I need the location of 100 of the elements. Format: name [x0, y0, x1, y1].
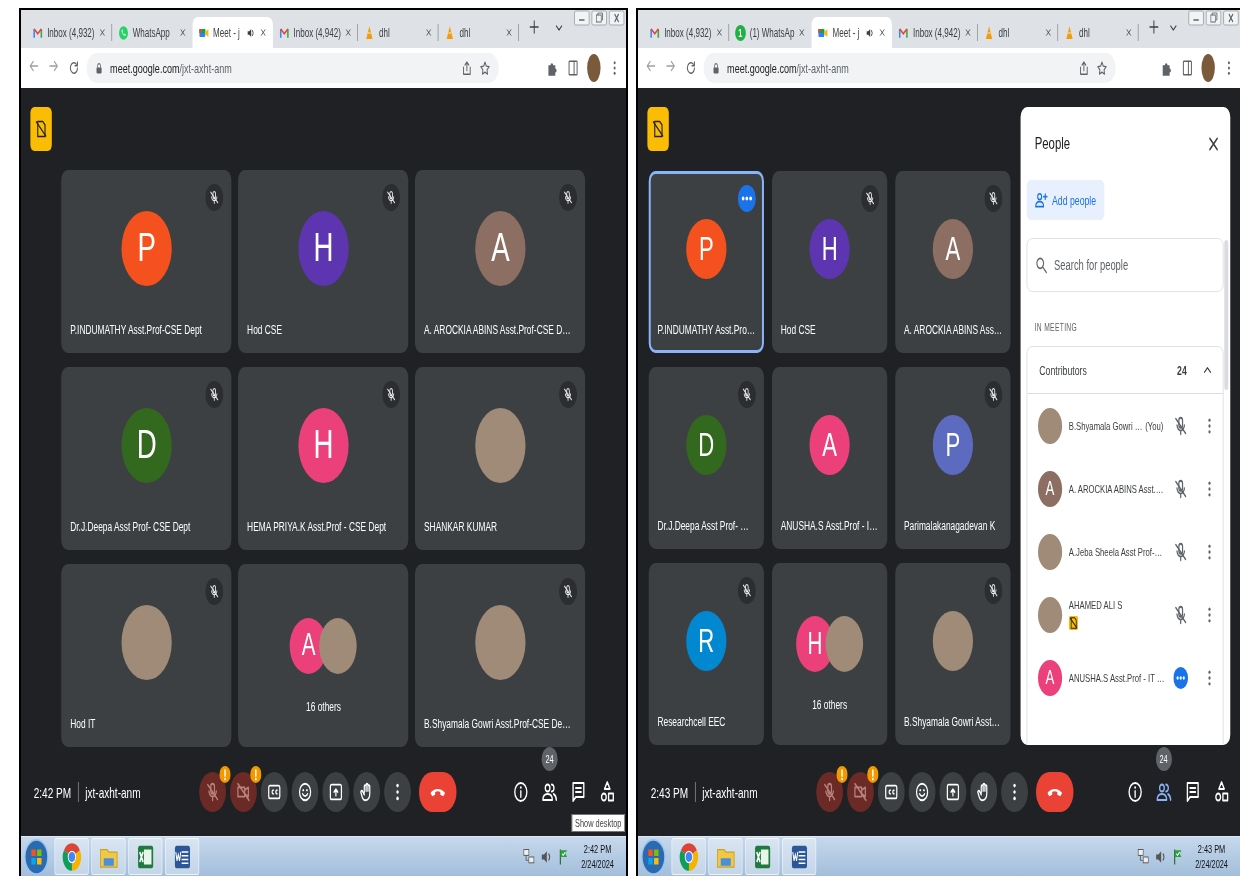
minimize-icon[interactable] [573, 10, 590, 26]
participant-name: Researchcell EEC [656, 715, 727, 731]
participant-name: A. AROCKIA ABINS Asst.… [1068, 482, 1164, 495]
avatar: A [809, 414, 850, 475]
participant-name: P.INDUMATHY Asst.Pro… [656, 323, 757, 339]
browser-tab[interactable]: Meet - j [192, 17, 273, 48]
profile-avatar[interactable] [587, 54, 601, 82]
browser-tab[interactable]: Meet - j [811, 17, 893, 48]
taskbar-button[interactable] [782, 838, 817, 875]
emoji-icon [297, 781, 313, 803]
section-heading: IN MEETING [1034, 322, 1079, 333]
browser-tab[interactable]: Inbox (4,932) [26, 17, 112, 48]
clock-time: 2:42 PM [33, 783, 72, 801]
participant-name: AHAMED ALI S [1068, 598, 1123, 611]
camera-off-icon [853, 781, 868, 803]
avatar: A [1038, 470, 1063, 507]
reactions-button[interactable] [908, 772, 936, 812]
participant-name: A. AROCKIA ABINS Ass… [903, 323, 1004, 339]
participant-name: Dr.J.Deepa Asst Prof- CSE Dept [69, 520, 192, 536]
participant-name: Dr.J.Deepa Asst Prof- … [656, 519, 750, 535]
restore-icon[interactable] [591, 10, 608, 26]
browser-tab[interactable]: dhl [977, 17, 1059, 48]
present-button[interactable] [939, 772, 967, 812]
avatar: P [686, 218, 727, 279]
participant-name: ANUSHA.S Asst.Prof - I… [779, 519, 879, 535]
participant-name: ANUSHA.S Asst.Prof - IT … [1068, 671, 1165, 684]
close-icon[interactable] [608, 10, 625, 26]
crossed-document-icon [651, 119, 665, 139]
meeting-code: jxt-axht-anm [702, 783, 758, 801]
participant-name: P.INDUMATHY Asst.Prof-CSE Dept [69, 323, 203, 339]
side-panel-icon[interactable] [1181, 59, 1194, 77]
cone-icon [1064, 24, 1075, 41]
avatar: P [932, 414, 973, 475]
browser-tab[interactable]: dhl [358, 17, 439, 48]
url-text: meet.google.com/jxt-axht-anm [110, 60, 233, 76]
microphone-button[interactable] [199, 772, 226, 812]
notice-button[interactable] [30, 107, 52, 151]
microphone-button[interactable] [816, 772, 843, 812]
taskbar-button[interactable] [54, 838, 89, 875]
group-label[interactable]: Contributors [1039, 362, 1087, 378]
browser-tab[interactable]: dhl [1058, 17, 1139, 48]
present-button[interactable] [322, 772, 350, 812]
participant-name: Parimalakanagadevan K [903, 519, 997, 535]
chat-icon [570, 780, 587, 804]
browser-icon [678, 841, 699, 872]
search-field[interactable]: Search for people [1026, 238, 1224, 292]
browser-tab[interactable]: Inbox (4,932) [643, 17, 729, 48]
more-options-button[interactable] [1001, 772, 1028, 812]
participant-name: Hod IT [69, 717, 97, 733]
browser-tab[interactable]: WhatsApp [111, 17, 193, 48]
participant-name: HEMA PRIYA.K Asst.Prof - CSE Dept [246, 520, 388, 536]
avatar-placeholder [319, 617, 357, 674]
taskbar-button[interactable] [128, 838, 163, 875]
meeting-code: jxt-axht-anm [85, 783, 141, 801]
side-panel-icon[interactable] [567, 59, 580, 77]
taskbar-button[interactable] [708, 838, 743, 875]
leave-call-button[interactable] [1036, 772, 1074, 812]
raise-hand-button[interactable] [353, 772, 381, 812]
raise-hand-button[interactable] [970, 772, 998, 812]
address-bar[interactable]: meet.google.com/jxt-axht-anm [703, 53, 1116, 83]
participant-name: Hod CSE [779, 323, 817, 339]
restore-icon[interactable] [1205, 10, 1222, 26]
reactions-button[interactable] [291, 772, 319, 812]
participant-name: SHANKAR KUMAR [423, 520, 499, 536]
avatar-placeholder [1038, 596, 1063, 633]
participant-name: A.Jeba Sheela Asst Prof-… [1068, 545, 1163, 558]
scrollbar-thumb[interactable] [1224, 240, 1229, 390]
taskbar-button[interactable] [745, 838, 780, 875]
chat-icon [1184, 780, 1201, 804]
camera-button[interactable] [230, 772, 257, 812]
taskbar-button[interactable] [165, 838, 200, 875]
clock-date: 2/24/2024 [581, 856, 614, 872]
clock-time: 2:43 PM [1197, 841, 1226, 857]
clock-date: 2/24/2024 [1195, 856, 1228, 872]
browser-tab[interactable]: 1 (1) WhatsAp [728, 17, 812, 48]
participant-count-badge: 24 [541, 747, 558, 771]
others-count: 16 others [306, 699, 341, 714]
present-screen-icon [328, 781, 344, 803]
address-bar[interactable]: meet.google.com/jxt-axht-anm [86, 53, 499, 83]
browser-tab[interactable]: dhl [438, 17, 520, 48]
browser-tab[interactable]: Inbox (4,942) [272, 17, 359, 48]
camera-off-icon [236, 781, 251, 803]
camera-button[interactable] [847, 772, 874, 812]
captions-button[interactable] [877, 772, 905, 812]
taskbar-button[interactable] [671, 838, 706, 875]
close-icon[interactable] [1222, 10, 1239, 26]
avatar: D [121, 407, 172, 483]
notice-button[interactable] [647, 107, 669, 151]
more-options-button[interactable] [384, 772, 411, 812]
participant-name: B.Shyamala Gowri Asst.Prof-CSE De… [423, 717, 572, 733]
windows-logo-icon [23, 837, 50, 876]
browser-tab[interactable]: Inbox (4,942) [892, 17, 978, 48]
avatar: H [298, 210, 349, 286]
taskbar-button[interactable] [91, 838, 126, 875]
add-people-button[interactable]: Add people [1026, 180, 1105, 220]
captions-button[interactable] [260, 772, 288, 812]
profile-avatar[interactable] [1201, 54, 1215, 82]
leave-call-button[interactable] [419, 772, 457, 812]
minimize-icon[interactable] [1187, 10, 1204, 26]
panel-title: People [1034, 133, 1071, 154]
